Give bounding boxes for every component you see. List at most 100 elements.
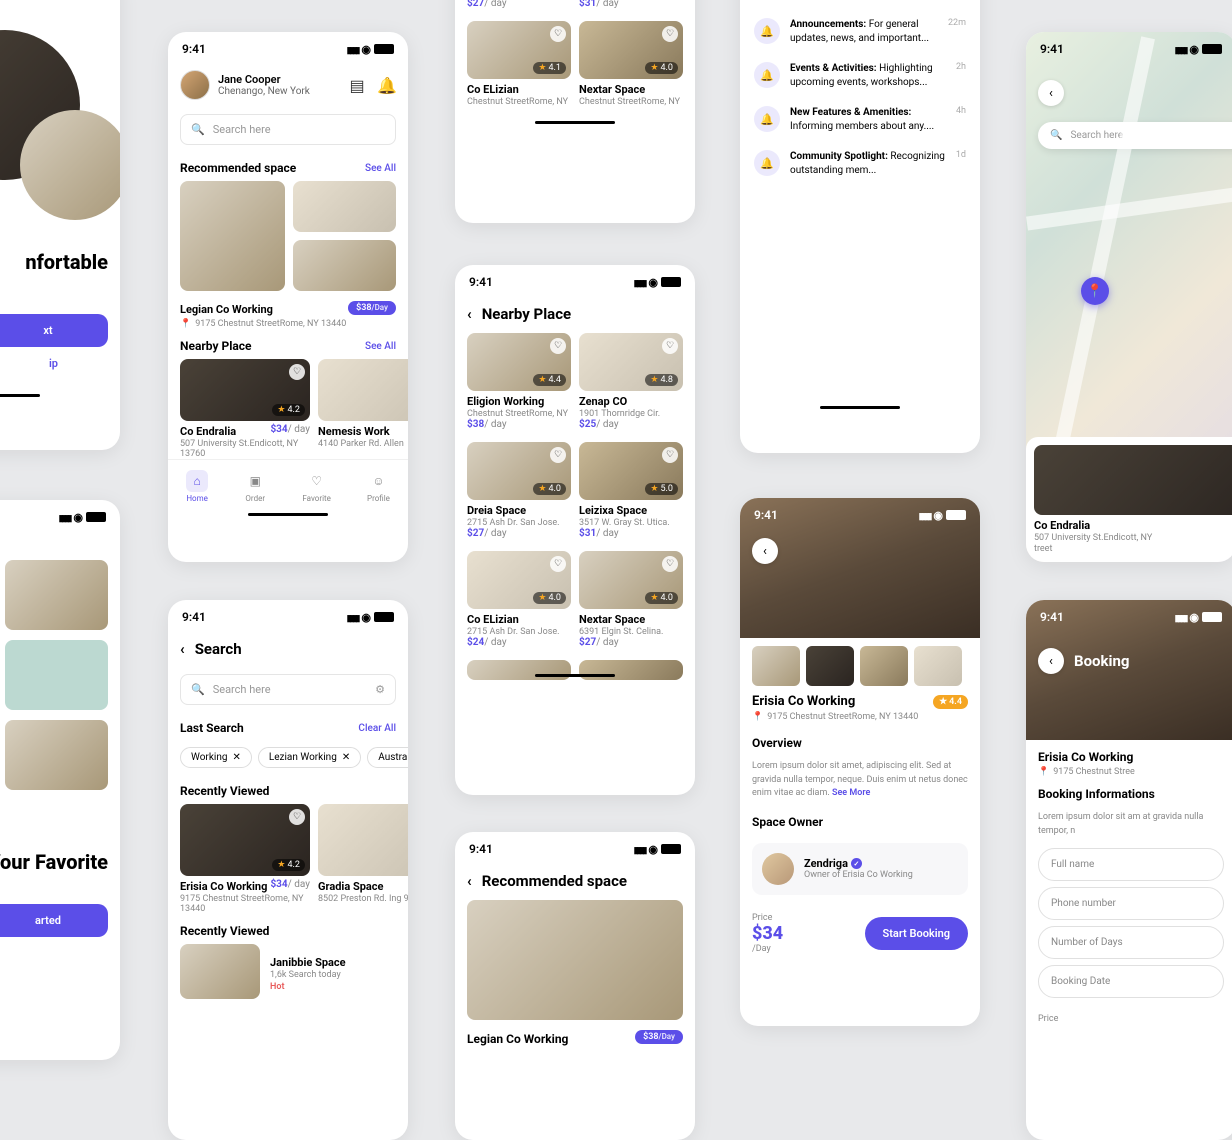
recently-viewed-label: Recently Viewed [168,774,408,804]
price-unit: /Day [752,944,783,954]
price-value: $34 [752,923,783,944]
back-button[interactable]: ‹ [752,538,778,564]
status-time: 9:41 [182,42,206,56]
heart-icon[interactable]: ♡ [289,364,305,380]
heart-icon[interactable]: ♡ [550,338,566,354]
close-icon[interactable]: ✕ [342,752,350,763]
detail-hero: 9:41 ‹ [740,498,980,638]
booking-body: Lorem ipsum dolor sit am at gravida null… [1026,807,1232,842]
rec-address: 9175 Chestnut StreetRome, NY 13440 [195,319,346,329]
recent-thumb[interactable] [180,944,260,999]
heart-icon[interactable]: ♡ [662,447,678,463]
place-card[interactable]: ♡★5.0Leizixa Space3517 W. Gray St. Utica… [579,442,683,539]
bell-icon: 🔔 [754,62,780,88]
search-chip[interactable]: Australia [367,747,408,768]
nav-profile[interactable]: ☺Profile [367,470,390,503]
back-icon[interactable]: ‹ [180,640,185,658]
verified-icon: ✓ [851,858,862,869]
thumb[interactable] [860,646,908,686]
onboard-title: nfortable [0,250,108,274]
rec-hero-image[interactable] [467,900,683,1020]
owner-avatar [762,853,794,885]
bell-icon: 🔔 [754,150,780,176]
skip-button[interactable]: ip [49,357,108,370]
page-title: Recommended space [482,872,627,890]
thumb[interactable] [806,646,854,686]
place-card[interactable]: ★4.0Dreia Space2715 Ash Dr. San Jose.$27… [467,0,571,9]
see-all-link[interactable]: See All [365,163,396,174]
heart-icon[interactable]: ♡ [662,556,678,572]
user-avatar[interactable] [180,70,210,100]
start-booking-button[interactable]: Start Booking [865,917,968,950]
back-icon[interactable]: ‹ [467,872,472,890]
back-button[interactable]: ‹ [1038,648,1064,674]
chat-icon[interactable]: ▤ [348,76,366,94]
place-card[interactable]: ♡★4.0Nextar Space6391 Elgin St. Celina.$… [579,551,683,648]
place-card[interactable]: ★5.0Leizixa Space3517 W. Gray St. Utica.… [579,0,683,9]
card-title: Janibbie Space [270,956,346,969]
search-chip[interactable]: Lezian Working✕ [258,747,361,768]
map-card-addr2: treet [1034,544,1232,554]
place-card[interactable]: ♡★4.4Eligion WorkingChestnut StreetRome,… [467,333,571,430]
pin-icon: 📍 [752,712,763,722]
map-pin[interactable]: 📍 [1081,277,1109,305]
heart-icon[interactable]: ♡ [289,809,305,825]
section-nearby: Nearby Place [180,339,252,353]
search-chip[interactable]: Working✕ [180,747,252,768]
section-recommended: Recommended space [180,161,296,175]
nav-favorite[interactable]: ♡Favorite [302,470,330,503]
heart-icon[interactable]: ♡ [550,447,566,463]
next-button[interactable]: xt [0,314,108,347]
place-card[interactable]: ♡★4.8Zenap CO1901 Thornridge Cir.$25/ da… [579,333,683,430]
close-icon[interactable]: ✕ [232,752,240,763]
days-input[interactable]: Number of Days [1038,926,1224,959]
nav-home[interactable]: ⌂Home [186,470,208,503]
clear-all-link[interactable]: Clear All [358,723,396,734]
fullname-input[interactable]: Full name [1038,848,1224,881]
recent-card[interactable]: ♡★4.2 Erisia Co Working$34/ day 9175 Che… [180,804,310,914]
place-card[interactable]: ♡★4.1Co ELizianChestnut StreetRome, NY [467,21,571,107]
phone-input[interactable]: Phone number [1038,887,1224,920]
owner-card[interactable]: Zendriga✓ Owner of Erisia Co Working [752,843,968,895]
thumb[interactable] [752,646,800,686]
nearby-card[interactable]: ♡★4.2 Co Endralia$34/ day 507 University… [180,359,310,459]
hot-badge: Hot [270,982,346,992]
nav-order[interactable]: ▣Order [244,470,266,503]
date-input[interactable]: Booking Date [1038,965,1224,998]
place-card[interactable]: ♡★4.0Nextar SpaceChestnut StreetRome, NY [579,21,683,107]
nearby-card[interactable]: ♡ Nemesis Work 4140 Parker Rd. Allen [318,359,408,459]
price-label: Price [1026,1004,1232,1024]
search-input[interactable]: 🔍 Search here [180,114,396,145]
notif-row[interactable]: 🔔Announcements: For general updates, new… [740,10,980,54]
back-button[interactable]: ‹ [1038,80,1064,106]
heart-icon[interactable]: ♡ [550,556,566,572]
notif-row[interactable]: 🔔New Features & Amenities: Informing mem… [740,98,980,142]
back-icon[interactable]: ‹ [467,305,472,323]
map-card-image[interactable] [1034,445,1232,515]
wifi-icon [361,42,371,56]
rec-image-3[interactable] [293,240,396,291]
card-title: Nemesis Work [318,425,408,438]
rec-image-main[interactable] [180,181,285,291]
see-more-link[interactable]: See More [832,788,870,798]
heart-icon: ♡ [306,470,328,492]
thumb[interactable] [914,646,962,686]
user-icon: ☺ [367,470,389,492]
get-started-button[interactable]: arted [0,904,108,937]
search-input[interactable]: 🔍Search here ⚙ [180,674,396,705]
place-card[interactable]: ♡★4.0Dreia Space2715 Ash Dr. San Jose.$2… [467,442,571,539]
filter-icon[interactable]: ⚙ [375,683,385,696]
rec-title: Legian Co Working [467,1032,568,1046]
search-icon: 🔍 [191,683,205,696]
see-all-link[interactable]: See All [365,341,396,352]
place-card[interactable]: ♡★4.0Co ELizian2715 Ash Dr. San Jose.$24… [467,551,571,648]
pin-icon: 📍 [1038,767,1049,777]
rating-badge: ★4.2 [272,404,305,416]
owner-sub: Owner of Erisia Co Working [804,870,913,880]
heart-icon[interactable]: ♡ [662,338,678,354]
notif-row[interactable]: 🔔Events & Activities: Highlighting upcom… [740,54,980,98]
bell-icon[interactable]: 🔔 [378,76,396,94]
rec-image-2[interactable] [293,181,396,232]
recent-card[interactable]: Gradia Space 8502 Preston Rd. Ing 98380 [318,804,408,914]
notif-row[interactable]: 🔔Community Spotlight: Recognizing outsta… [740,142,980,186]
